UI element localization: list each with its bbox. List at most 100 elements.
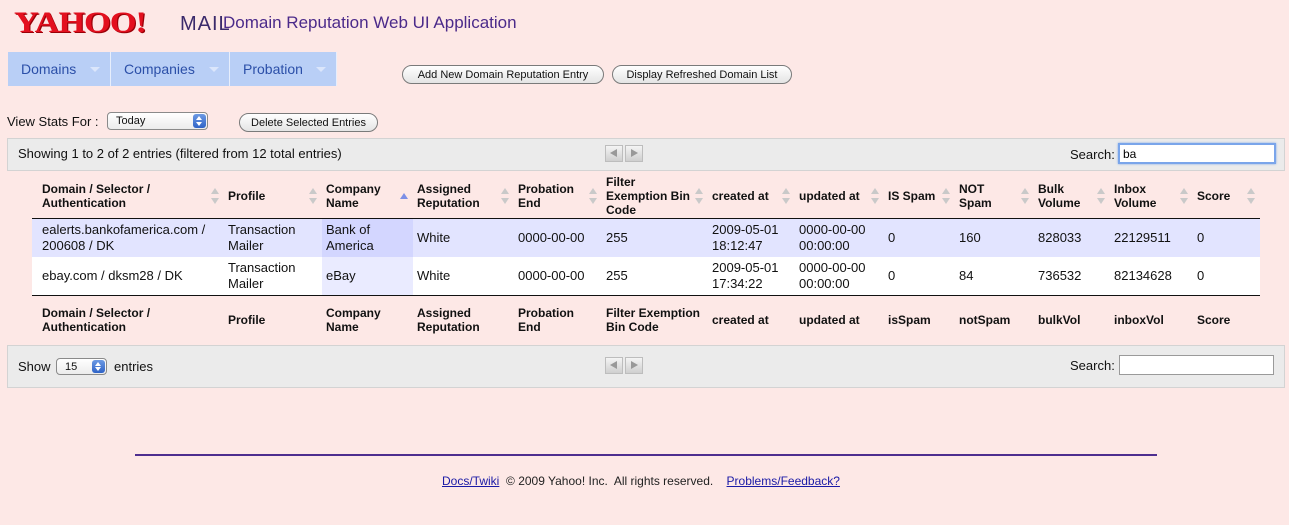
select-arrows-icon <box>193 114 206 128</box>
next-page-icon[interactable] <box>625 357 643 374</box>
search-label: Search: <box>1070 358 1115 373</box>
column-header-created-at[interactable]: created at <box>708 173 795 219</box>
column-footer-created-at: created at <box>708 295 795 343</box>
search-input-bottom[interactable] <box>1119 355 1274 375</box>
problems-feedback-link[interactable]: Problems/Feedback? <box>727 474 840 488</box>
sort-icon <box>211 188 220 204</box>
column-header-label: Company Name <box>326 181 381 210</box>
sort-icon <box>1180 188 1189 204</box>
view-stats-selected-value: Today <box>116 115 146 127</box>
column-header-company[interactable]: Company Name <box>322 173 413 219</box>
cell-updated-at: 0000-00-00 00:00:00 <box>795 257 884 296</box>
sort-icon <box>942 188 951 204</box>
sort-icon <box>1097 188 1106 204</box>
column-header-label: updated at <box>799 188 860 203</box>
column-footer-bulk-volume: bulkVol <box>1034 295 1110 343</box>
cell-bulk-volume: 736532 <box>1034 257 1110 296</box>
chevron-down-icon <box>90 67 100 72</box>
cell-company: Bank of America <box>322 218 413 257</box>
show-label: Show <box>18 359 51 374</box>
previous-page-icon[interactable] <box>605 357 623 374</box>
cell-not-spam: 84 <box>955 257 1034 296</box>
cell-is-spam: 0 <box>884 218 955 257</box>
search-label: Search: <box>1070 147 1115 162</box>
column-footer-not-spam: notSpam <box>955 295 1034 343</box>
page-footer: Docs/Twiki © 2009 Yahoo! Inc. All rights… <box>442 474 840 488</box>
cell-domain: ealerts.bankofamerica.com / 200608 / DK <box>32 218 224 257</box>
delete-selected-button[interactable]: Delete Selected Entries <box>239 113 378 132</box>
next-page-icon[interactable] <box>625 145 643 162</box>
copyright-text: © 2009 Yahoo! Inc. All rights reserved. <box>506 474 714 488</box>
cell-profile: Transaction Mailer <box>224 257 322 296</box>
search-input[interactable] <box>1118 143 1276 164</box>
column-footer-score: Score <box>1193 295 1260 343</box>
nav-item-companies[interactable]: Companies <box>111 52 230 86</box>
table-row[interactable]: ebay.com / dksm28 / DK Transaction Maile… <box>32 257 1260 296</box>
column-footer-domain: Domain / Selector / Authentication <box>32 295 224 343</box>
table-bottom-toolbar: Show 15 entries Search: <box>7 345 1285 388</box>
add-domain-entry-button[interactable]: Add New Domain Reputation Entry <box>402 65 604 84</box>
page-title: Domain Reputation Web UI Application <box>223 13 517 32</box>
column-header-label: Score <box>1197 188 1231 203</box>
column-footer-inbox-volume: inboxVol <box>1110 295 1193 343</box>
table-info-text: Showing 1 to 2 of 2 entries (filtered fr… <box>18 146 342 161</box>
column-header-bulk-volume[interactable]: Bulk Volume <box>1034 173 1110 219</box>
column-footer-reputation: Assigned Reputation <box>413 295 514 343</box>
table-row[interactable]: ealerts.bankofamerica.com / 200608 / DK … <box>32 218 1260 257</box>
docs-twiki-link[interactable]: Docs/Twiki <box>442 474 499 488</box>
nav-item-label: Probation <box>243 61 303 77</box>
column-footer-company: Company Name <box>322 295 413 343</box>
cell-reputation: White <box>413 257 514 296</box>
column-header-domain[interactable]: Domain / Selector / Authentication <box>32 173 224 219</box>
sort-icon <box>309 188 318 204</box>
table-top-toolbar: Showing 1 to 2 of 2 entries (filtered fr… <box>7 138 1285 171</box>
cell-created-at: 2009-05-01 18:12:47 <box>708 218 795 257</box>
sort-icon <box>501 188 510 204</box>
column-header-updated-at[interactable]: updated at <box>795 173 884 219</box>
column-header-reputation[interactable]: Assigned Reputation <box>413 173 514 219</box>
cell-bin-code: 255 <box>602 218 708 257</box>
pagination-top <box>605 145 643 162</box>
cell-reputation: White <box>413 218 514 257</box>
previous-page-icon[interactable] <box>605 145 623 162</box>
view-stats-select[interactable]: Today <box>107 112 208 130</box>
sort-icon <box>782 188 791 204</box>
column-header-label: Profile <box>228 188 266 203</box>
entries-label: entries <box>114 359 154 374</box>
column-header-label: Bulk Volume <box>1038 181 1081 210</box>
column-header-label: Assigned Reputation <box>417 181 480 210</box>
column-header-label: Inbox Volume <box>1114 181 1157 210</box>
column-footer-updated-at: updated at <box>795 295 884 343</box>
table-header-row: Domain / Selector / Authentication Profi… <box>32 173 1260 219</box>
entries-per-page-value: 15 <box>65 360 78 373</box>
column-header-label: NOT Spam <box>959 181 992 210</box>
cell-probation-end: 0000-00-00 <box>514 218 602 257</box>
column-header-profile[interactable]: Profile <box>224 173 322 219</box>
column-header-bin-code[interactable]: Filter Exemption Bin Code <box>602 173 708 219</box>
cell-company: eBay <box>322 257 413 296</box>
sort-icon <box>1021 188 1030 204</box>
nav-item-domains[interactable]: Domains <box>8 52 111 86</box>
entries-per-page-select[interactable]: 15 <box>56 358 107 375</box>
cell-domain: ebay.com / dksm28 / DK <box>32 257 224 296</box>
column-header-inbox-volume[interactable]: Inbox Volume <box>1110 173 1193 219</box>
column-header-probation-end[interactable]: Probation End <box>514 173 602 219</box>
cell-bulk-volume: 828033 <box>1034 218 1110 257</box>
chevron-down-icon <box>316 67 326 72</box>
column-header-is-spam[interactable]: IS Spam <box>884 173 955 219</box>
column-header-score[interactable]: Score <box>1193 173 1260 219</box>
nav-item-probation[interactable]: Probation <box>230 52 337 86</box>
sort-ascending-icon <box>400 188 409 204</box>
sort-icon <box>1247 188 1256 204</box>
column-footer-is-spam: isSpam <box>884 295 955 343</box>
footer-divider <box>135 454 1157 456</box>
column-header-not-spam[interactable]: NOT Spam <box>955 173 1034 219</box>
cell-profile: Transaction Mailer <box>224 218 322 257</box>
refresh-domain-list-button[interactable]: Display Refreshed Domain List <box>612 65 792 84</box>
cell-probation-end: 0000-00-00 <box>514 257 602 296</box>
table-footer-row: Domain / Selector / Authentication Profi… <box>32 295 1260 343</box>
cell-updated-at: 0000-00-00 00:00:00 <box>795 218 884 257</box>
pagination-bottom <box>605 357 643 374</box>
column-footer-profile: Profile <box>224 295 322 343</box>
sort-icon <box>589 188 598 204</box>
